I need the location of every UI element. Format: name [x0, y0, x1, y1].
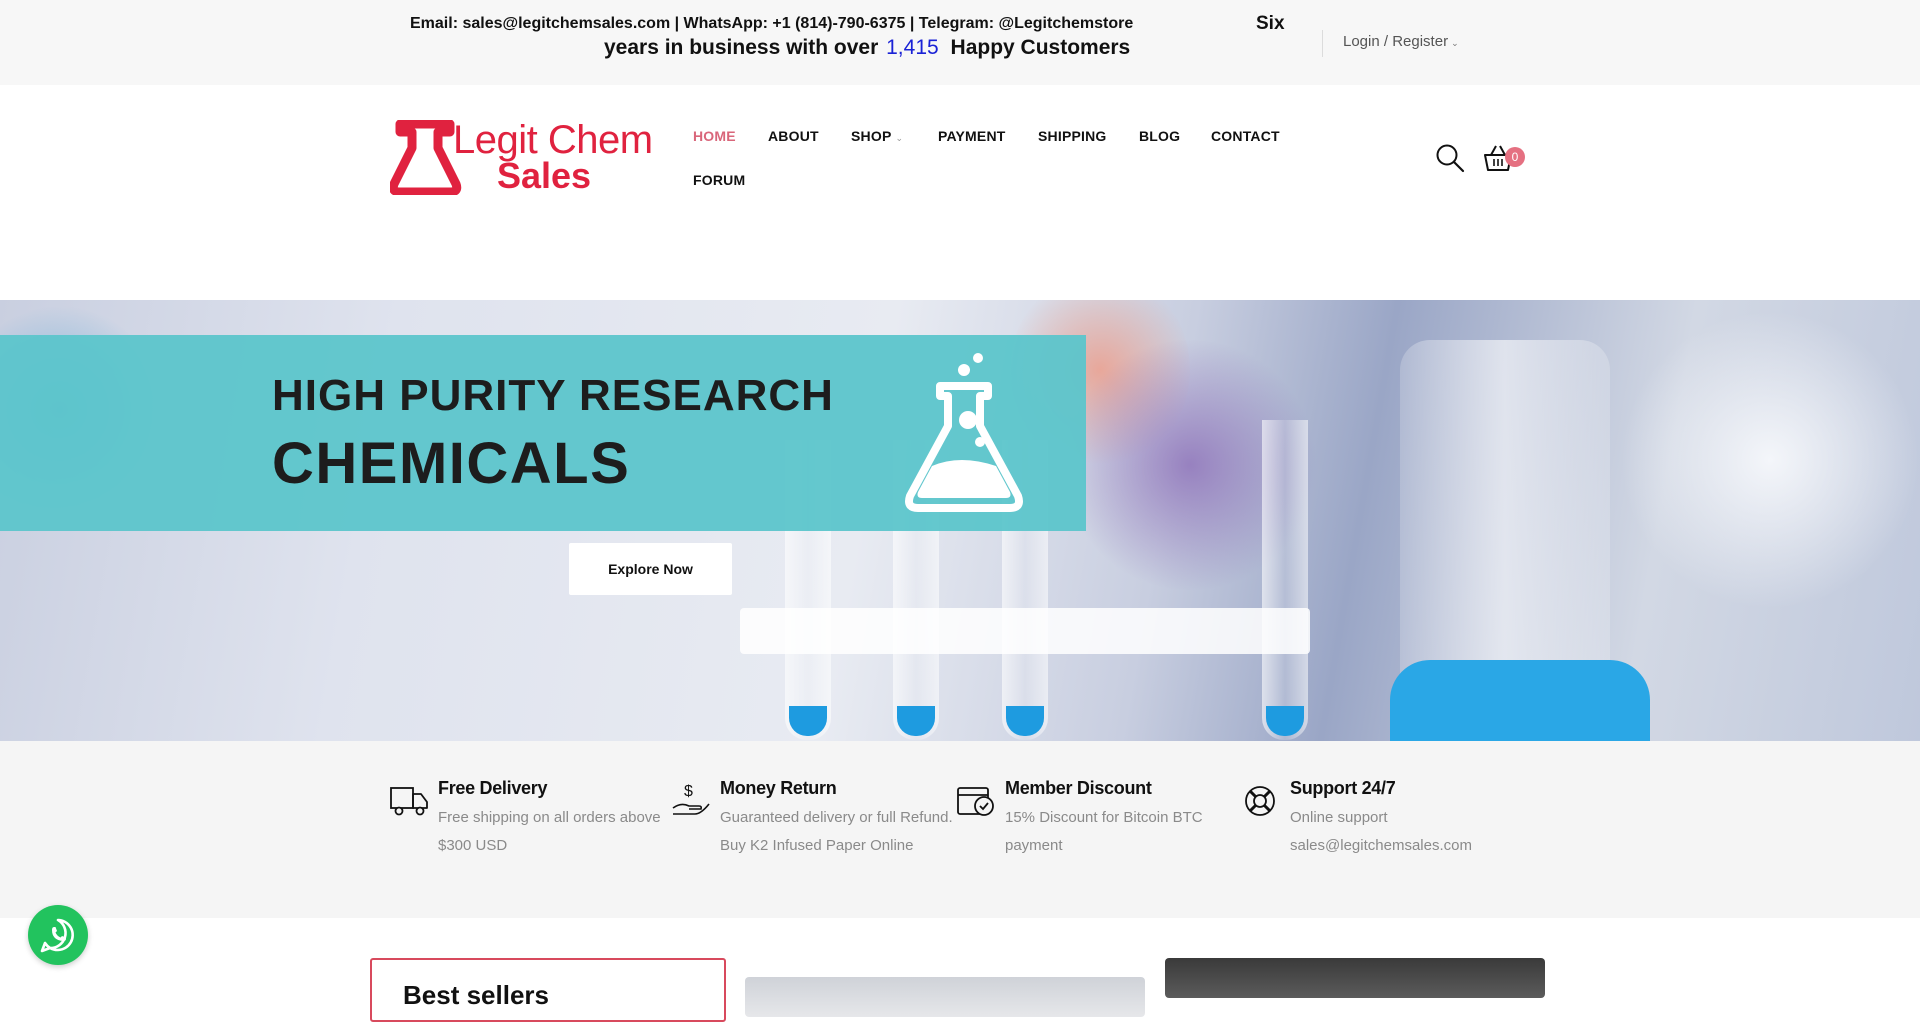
business-tagline: years in business with over 1,415 Happy … — [604, 36, 1130, 60]
nav-shipping[interactable]: SHIPPING — [1038, 128, 1107, 144]
truck-icon — [390, 787, 428, 816]
cart-count-badge: 0 — [1505, 147, 1525, 167]
feature-title: Support 24/7 — [1290, 778, 1396, 798]
hero-bg-shape — [1620, 310, 1920, 610]
nav-contact[interactable]: CONTACT — [1211, 128, 1280, 144]
product-card-image[interactable] — [745, 977, 1145, 1017]
whatsapp-icon — [40, 918, 74, 953]
product-card-image[interactable] — [1165, 958, 1545, 998]
feature-title: Free Delivery — [438, 778, 548, 798]
feature-description: Guaranteed delivery or full Refund. Buy … — [720, 809, 953, 854]
search-icon[interactable] — [1435, 143, 1465, 173]
top-bar: Email: sales@legitchemsales.com | WhatsA… — [0, 0, 1920, 85]
money-hand-icon: $ — [672, 783, 710, 815]
nav-about[interactable]: ABOUT — [768, 128, 819, 144]
hero-headline-line2: CHEMICALS — [272, 431, 631, 496]
hero-headline-line1: HIGH PURITY RESEARCH — [272, 371, 834, 420]
explore-now-button[interactable]: Explore Now — [569, 543, 732, 595]
lifebuoy-icon — [1245, 786, 1275, 816]
logo-text-line2: Sales — [497, 155, 592, 196]
feature-description: 15% Discount for Bitcoin BTC payment — [1005, 809, 1203, 854]
hero-banner: HIGH PURITY RESEARCH CHEMICALS Explore N… — [0, 300, 1920, 741]
customer-count: 1,415 — [886, 36, 939, 59]
nav-blog[interactable]: BLOG — [1139, 128, 1180, 144]
test-tube-rack-image — [740, 608, 1310, 654]
bestsellers-title: Best sellers — [403, 980, 549, 1010]
feature-title: Member Discount — [1005, 778, 1152, 798]
test-tube-image — [1262, 420, 1308, 740]
nav-shop[interactable]: SHOP ⌄ — [851, 128, 903, 144]
feature-description: Online support sales@legitchemsales.com — [1290, 809, 1472, 854]
flask-icon — [905, 353, 1023, 512]
nav-shop-label: SHOP — [851, 128, 892, 144]
hero-flask-liquid — [1390, 660, 1650, 741]
features-strip: Free Delivery Free shipping on all order… — [0, 741, 1920, 918]
feature-title: Money Return — [720, 778, 837, 798]
login-register-link[interactable]: Login / Register ⌄ — [1343, 33, 1459, 50]
feature-description: Free shipping on all orders above $300 U… — [438, 809, 661, 854]
login-label: Login / Register — [1343, 33, 1449, 50]
discount-card-icon — [957, 787, 994, 816]
nav-payment[interactable]: PAYMENT — [938, 128, 1006, 144]
bestsellers-box: Best sellers — [370, 958, 726, 1022]
chevron-down-icon: ⌄ — [895, 133, 904, 143]
years-word: Six — [1256, 13, 1285, 34]
chevron-down-icon: ⌄ — [1451, 38, 1459, 48]
tagline-suffix: Happy Customers — [950, 36, 1131, 59]
tagline-prefix: years in business with over — [604, 36, 879, 59]
contact-info: Email: sales@legitchemsales.com | WhatsA… — [410, 15, 1134, 32]
svg-text:$: $ — [684, 783, 693, 800]
nav-home[interactable]: HOME — [693, 128, 736, 144]
topbar-divider — [1322, 30, 1323, 57]
nav-forum[interactable]: FORUM — [693, 172, 745, 188]
whatsapp-chat-button[interactable] — [28, 905, 88, 965]
